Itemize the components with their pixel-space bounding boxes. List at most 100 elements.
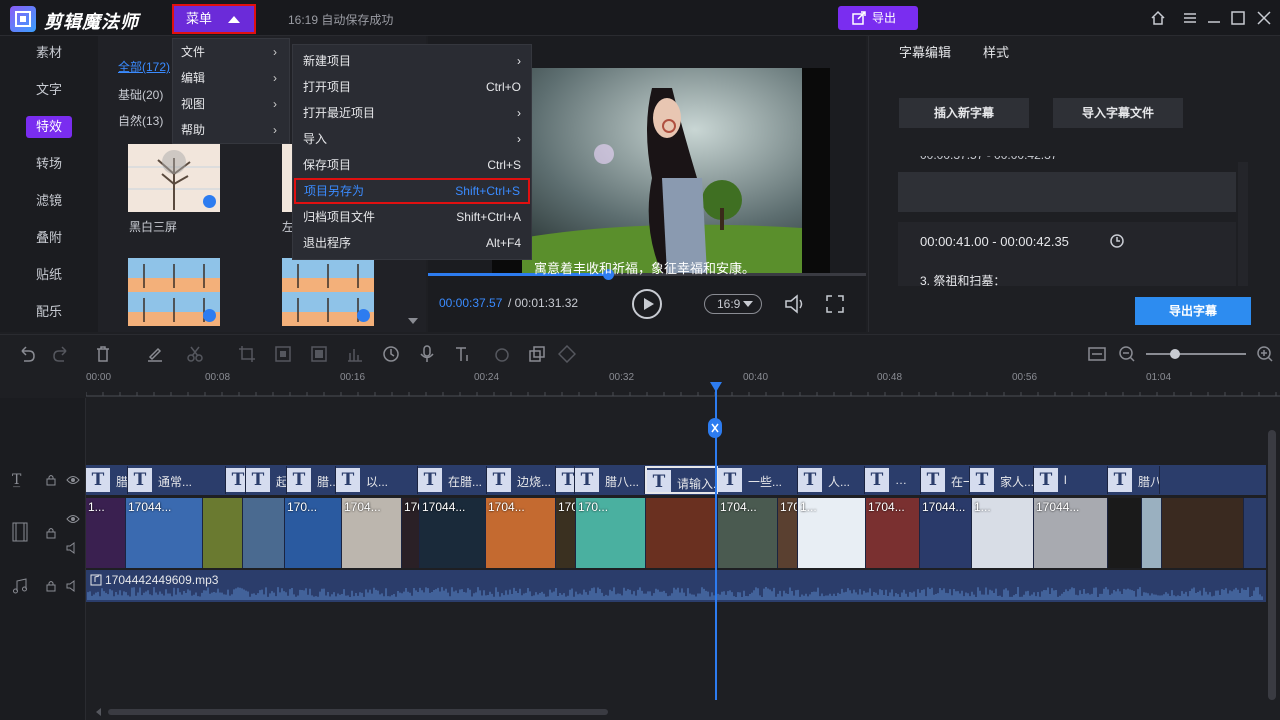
subtitle-entry[interactable]: 00:00:41.00 - 00:00:42.35 3. 祭祖和扫墓： — [898, 222, 1236, 286]
video-clip[interactable] — [1108, 498, 1142, 568]
text-clip[interactable]: T 腊八节... — [1108, 466, 1160, 494]
zoom-slider-knob[interactable] — [1170, 349, 1180, 359]
undo-icon[interactable] — [18, 345, 36, 363]
category-material[interactable]: 素材 — [0, 40, 98, 66]
video-clip[interactable]: 1... — [86, 498, 126, 568]
text-clip[interactable]: T起 — [246, 466, 287, 494]
maximize-icon[interactable] — [1230, 10, 1246, 26]
eye-icon[interactable] — [66, 475, 80, 485]
lock-icon[interactable] — [46, 474, 56, 486]
download-icon[interactable] — [203, 309, 216, 322]
audio-track[interactable] — [86, 570, 1266, 602]
aspect-ratio-select[interactable]: 16:9 — [704, 294, 762, 314]
effect-thumbnail[interactable] — [128, 144, 220, 212]
text-clip[interactable]: T腊八... — [556, 466, 575, 494]
text-clip[interactable]: T 通常... — [128, 466, 226, 494]
text-clip[interactable]: T 人... — [798, 466, 865, 494]
color-picker-icon[interactable] — [494, 345, 512, 363]
subtitle-entry-time[interactable]: 00:00:37.57 - 00:00:42.37 — [898, 156, 1236, 166]
video-clip[interactable]: 1704... — [718, 498, 778, 568]
video-clip[interactable] — [243, 498, 285, 568]
delete-icon[interactable] — [94, 345, 112, 363]
sync-time-icon[interactable] — [1108, 232, 1126, 250]
category-music[interactable]: 配乐 — [0, 299, 98, 325]
video-clip[interactable] — [1142, 498, 1162, 568]
category-effects[interactable]: 特效 — [0, 114, 98, 140]
tab-subtitle-edit[interactable]: 字幕编辑 — [899, 42, 951, 61]
zoom-slider[interactable] — [1146, 353, 1246, 355]
volume-icon[interactable] — [784, 294, 806, 314]
video-clip[interactable] — [203, 498, 243, 568]
filter-all[interactable]: 全部(172) — [118, 58, 170, 75]
text-clip[interactable]: T 家人... — [970, 466, 1034, 494]
menu-item-new-project[interactable]: 新建项目 › — [293, 48, 531, 74]
video-clip[interactable]: 170... — [778, 498, 798, 568]
effect-thumbnail[interactable] — [282, 144, 292, 212]
text-clip[interactable]: T 以... — [336, 466, 418, 494]
menu-item-exit[interactable]: 退出程序 Alt+F4 — [293, 230, 531, 256]
video-clip[interactable]: 1704... — [342, 498, 402, 568]
cut-icon[interactable] — [186, 345, 204, 363]
speaker-icon[interactable] — [66, 542, 80, 554]
close-icon[interactable] — [1256, 10, 1272, 26]
eye-icon[interactable] — [66, 514, 80, 524]
filter-basic[interactable]: 基础(20) — [118, 86, 163, 103]
crop-icon[interactable] — [238, 345, 256, 363]
download-icon[interactable] — [357, 309, 370, 322]
export-button[interactable]: 导出 — [838, 6, 918, 30]
menu-button[interactable]: 菜单 — [172, 4, 256, 34]
effect-thumbnail[interactable] — [282, 258, 374, 326]
video-clip[interactable]: 170... — [285, 498, 342, 568]
subtitle-entry-text-area[interactable] — [898, 172, 1236, 212]
text-clip[interactable]: T 边烧... — [487, 466, 556, 494]
scroll-down-icon[interactable] — [408, 318, 418, 324]
import-subtitle-button[interactable]: 导入字幕文件 — [1053, 98, 1183, 128]
mosaic-icon[interactable] — [274, 345, 292, 363]
hamburger-menu-icon[interactable] — [1182, 10, 1198, 26]
menu-item-import[interactable]: 导入 › — [293, 126, 531, 152]
split-handle[interactable] — [708, 418, 722, 438]
menu-item-save-project[interactable]: 保存项目 Ctrl+S — [293, 152, 531, 178]
speaker-icon[interactable] — [66, 580, 80, 592]
fit-timeline-icon[interactable] — [1088, 345, 1106, 363]
home-icon[interactable] — [1150, 10, 1166, 26]
microphone-icon[interactable] — [418, 345, 436, 363]
text-clip[interactable]: Tl — [1034, 466, 1108, 494]
menu-item-archive-project[interactable]: 归档项目文件 Shift+Ctrl+A — [293, 204, 531, 230]
freeze-frame-icon[interactable] — [310, 345, 328, 363]
effect-thumbnail[interactable] — [128, 258, 220, 326]
zoom-in-icon[interactable] — [1256, 345, 1274, 363]
video-clip[interactable]: 1704... — [866, 498, 920, 568]
text-clip[interactable]: T这 — [226, 466, 246, 494]
text-clip[interactable]: T… — [865, 466, 921, 494]
speed-clock-icon[interactable] — [382, 345, 400, 363]
video-clip[interactable]: 17044... — [420, 498, 486, 568]
layers-icon[interactable] — [528, 345, 546, 363]
audio-level-icon[interactable] — [346, 345, 364, 363]
menu-item-edit[interactable]: 编辑 › — [173, 65, 289, 91]
play-button[interactable] — [632, 289, 662, 319]
timeline-vertical-scrollbar[interactable] — [1268, 430, 1276, 700]
category-overlay[interactable]: 叠附 — [0, 225, 98, 251]
video-clip[interactable]: 1... — [972, 498, 1034, 568]
insert-subtitle-button[interactable]: 插入新字幕 — [899, 98, 1029, 128]
zoom-out-icon[interactable] — [1118, 345, 1136, 363]
scroll-left-icon[interactable] — [96, 708, 101, 716]
text-clip[interactable]: T 一些... — [718, 466, 798, 494]
redo-icon[interactable] — [52, 345, 70, 363]
category-transition[interactable]: 转场 — [0, 151, 98, 177]
text-clip[interactable]: T腊 — [86, 466, 128, 494]
category-sticker[interactable]: 贴纸 — [0, 262, 98, 288]
text-clip[interactable]: T 在腊... — [418, 466, 487, 494]
download-icon[interactable] — [203, 195, 216, 208]
lock-icon[interactable] — [46, 580, 56, 592]
subtitle-overlay[interactable]: 寓意着丰收和祈福，象征幸福和安康。 — [534, 258, 755, 277]
menu-item-view[interactable]: 视图 › — [173, 91, 289, 117]
video-clip[interactable]: 17044... — [126, 498, 203, 568]
video-clip[interactable]: 170... — [576, 498, 646, 568]
timeline-horizontal-scrollbar[interactable] — [96, 708, 1256, 716]
menu-item-file[interactable]: 文件 › — [173, 39, 289, 65]
tab-style[interactable]: 样式 — [983, 42, 1009, 61]
video-clip[interactable]: 17044... — [556, 498, 576, 568]
scrollbar-thumb[interactable] — [108, 709, 608, 715]
